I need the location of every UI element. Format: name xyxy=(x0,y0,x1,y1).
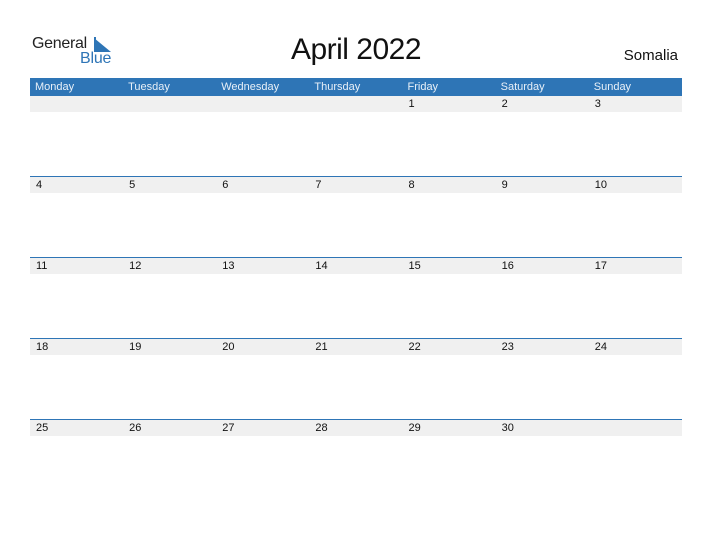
day-number: 23 xyxy=(501,341,514,353)
day-cell xyxy=(30,112,123,176)
day-cell xyxy=(403,274,496,338)
day-body-row xyxy=(30,355,682,419)
day-number: 8 xyxy=(408,179,415,191)
day-number: 12 xyxy=(129,260,142,272)
day-number: 14 xyxy=(315,260,328,272)
day-number: 4 xyxy=(36,179,43,191)
day-cell xyxy=(403,112,496,176)
day-cell xyxy=(30,436,123,500)
day-cell xyxy=(496,436,589,500)
week-row: 1 2 3 xyxy=(30,96,682,177)
day-number: 27 xyxy=(222,422,235,434)
day-number: 16 xyxy=(501,260,514,272)
weekday-wednesday: Wednesday xyxy=(221,81,280,93)
day-cell xyxy=(309,112,402,176)
day-number: 9 xyxy=(501,179,508,191)
day-number: 10 xyxy=(594,179,607,191)
day-number: 21 xyxy=(315,341,328,353)
weekday-sunday: Sunday xyxy=(593,81,632,93)
country-label: Somalia xyxy=(623,47,678,64)
day-number: 30 xyxy=(501,422,514,434)
day-cell xyxy=(216,112,309,176)
day-number: 25 xyxy=(36,422,49,434)
date-strip: 4 5 6 7 8 9 10 xyxy=(30,177,682,193)
day-cell xyxy=(496,193,589,257)
day-cell xyxy=(123,274,216,338)
weekday-saturday: Saturday xyxy=(500,81,545,93)
day-cell xyxy=(30,274,123,338)
date-strip: 1 2 3 xyxy=(30,96,682,112)
weekday-header: Monday Tuesday Wednesday Thursday Friday… xyxy=(30,78,682,96)
calendar-title: April 2022 xyxy=(290,33,422,66)
day-cell xyxy=(216,436,309,500)
day-number xyxy=(309,96,402,112)
weekday-thursday: Thursday xyxy=(314,81,361,93)
day-cell xyxy=(123,193,216,257)
day-cell xyxy=(216,193,309,257)
weekday-monday: Monday xyxy=(35,81,75,93)
day-number: 2 xyxy=(501,98,508,110)
day-cell xyxy=(30,193,123,257)
day-number: 26 xyxy=(129,422,142,434)
day-number: 1 xyxy=(408,98,415,110)
week-row: 11 12 13 14 15 16 17 xyxy=(30,257,682,339)
date-strip: 11 12 13 14 15 16 17 xyxy=(30,258,682,274)
day-cell xyxy=(216,274,309,338)
day-cell xyxy=(589,112,682,176)
day-cell xyxy=(496,355,589,419)
day-cell xyxy=(496,274,589,338)
day-number xyxy=(216,96,309,112)
week-row: 4 5 6 7 8 9 10 xyxy=(30,176,682,258)
day-cell xyxy=(589,193,682,257)
day-cell xyxy=(309,436,402,500)
day-number: 15 xyxy=(408,260,421,272)
day-body-row xyxy=(30,112,682,176)
day-cell xyxy=(123,355,216,419)
day-cell xyxy=(30,355,123,419)
weekday-friday: Friday xyxy=(407,81,439,93)
day-cell xyxy=(216,355,309,419)
week-row: 25 26 27 28 29 30 xyxy=(30,419,682,501)
day-cell xyxy=(123,436,216,500)
day-cell xyxy=(309,355,402,419)
day-number: 19 xyxy=(129,341,142,353)
day-cell xyxy=(123,112,216,176)
day-body-row xyxy=(30,274,682,338)
date-strip: 18 19 20 21 22 23 24 xyxy=(30,339,682,355)
day-number xyxy=(123,96,216,112)
day-number: 18 xyxy=(36,341,49,353)
day-number: 7 xyxy=(315,179,322,191)
day-body-row xyxy=(30,193,682,257)
day-number: 3 xyxy=(594,98,601,110)
day-number xyxy=(589,420,682,436)
day-cell xyxy=(403,193,496,257)
day-number: 6 xyxy=(222,179,229,191)
day-number: 20 xyxy=(222,341,235,353)
day-number xyxy=(30,96,123,112)
day-number: 5 xyxy=(129,179,136,191)
day-cell xyxy=(309,274,402,338)
day-cell xyxy=(403,355,496,419)
day-cell xyxy=(589,274,682,338)
day-number: 28 xyxy=(315,422,328,434)
day-number: 29 xyxy=(408,422,421,434)
day-cell xyxy=(309,193,402,257)
day-cell xyxy=(496,112,589,176)
day-number: 17 xyxy=(594,260,607,272)
day-number: 11 xyxy=(36,260,48,272)
day-number: 24 xyxy=(594,341,607,353)
day-cell xyxy=(589,355,682,419)
day-cell xyxy=(403,436,496,500)
day-body-row xyxy=(30,436,682,500)
weekday-tuesday: Tuesday xyxy=(128,81,170,93)
day-number: 13 xyxy=(222,260,235,272)
day-cell xyxy=(589,436,682,500)
date-strip: 25 26 27 28 29 30 xyxy=(30,420,682,436)
week-row: 18 19 20 21 22 23 24 xyxy=(30,338,682,420)
day-number: 22 xyxy=(408,341,421,353)
